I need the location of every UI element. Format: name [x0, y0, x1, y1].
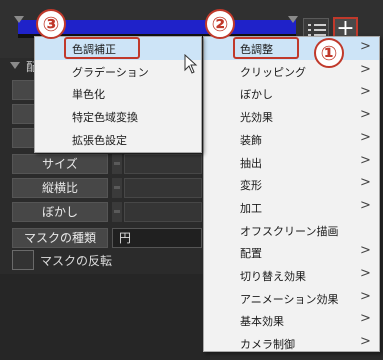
menu-item-label: 基本効果 [240, 315, 284, 329]
menu-item-transform[interactable]: 変形 > [204, 173, 379, 196]
menu-item-decoration[interactable]: 装飾 > [204, 128, 379, 151]
size-slider-handle[interactable] [112, 154, 122, 174]
mouse-cursor-icon [184, 53, 198, 78]
menu-item-label: カメラ制御 [240, 338, 295, 352]
chevron-right-icon: > [360, 311, 371, 327]
list-icon-dot [308, 24, 311, 26]
menu-item-basic-effect[interactable]: 基本効果 > [204, 309, 379, 332]
submenu-item-gradation[interactable]: グラデーション [35, 60, 201, 83]
highlight-box-color-correction [64, 37, 140, 59]
mask-invert-label: マスクの反転 [40, 254, 113, 268]
menu-item-label: 光効果 [240, 111, 273, 125]
menu-item-label: 装飾 [240, 133, 262, 147]
highlight-box-color-adjust [233, 37, 299, 59]
chevron-right-icon: > [360, 152, 371, 168]
chevron-right-icon: > [360, 243, 371, 259]
menu-item-extract[interactable]: 抽出 > [204, 151, 379, 174]
aspect-value-field[interactable] [124, 178, 202, 198]
step-1-badge: ① [314, 38, 344, 68]
menu-item-offscreen-draw[interactable]: オフスクリーン描画 [204, 219, 379, 242]
menu-item-light-effect[interactable]: 光効果 > [204, 105, 379, 128]
menu-item-label: 加工 [240, 201, 262, 215]
menu-item-label: 切り替え効果 [240, 270, 306, 283]
mask-type-select[interactable]: 円 [112, 228, 202, 248]
step-2-badge: ② [205, 9, 235, 39]
submenu-item-extended-color[interactable]: 拡張色設定 [35, 128, 201, 151]
chevron-right-icon: > [360, 266, 371, 281]
panel-empty-area [0, 274, 210, 360]
menu-item-animation[interactable]: アニメーション効果 > [204, 287, 379, 310]
menu-item-label: オフスクリーン描画 [240, 224, 339, 238]
mask-invert-checkbox[interactable] [12, 250, 34, 270]
blur-slider-handle[interactable] [112, 202, 122, 222]
chevron-right-icon: > [360, 129, 371, 145]
menu-item-clipping[interactable]: クリッピング > [204, 60, 379, 83]
submenu-item-label: 単色化 [72, 88, 105, 102]
menu-item-label: ぼかし [240, 88, 273, 102]
start-marker-icon[interactable] [14, 16, 24, 23]
menu-item-label: 配置 [240, 247, 262, 261]
blur-value-field[interactable] [124, 202, 202, 222]
chevron-right-icon: > [360, 288, 371, 304]
chevron-right-icon: > [360, 197, 371, 213]
collapse-icon[interactable] [10, 62, 20, 69]
submenu-item-label: 拡張色設定 [72, 133, 127, 147]
step-3-badge: ③ [36, 9, 66, 39]
chevron-right-icon: > [360, 61, 371, 77]
list-icon-line [314, 24, 326, 26]
submenu-item-label: グラデーション [72, 65, 149, 79]
chevron-right-icon: > [360, 84, 371, 100]
submenu-item-label: 特定色域変換 [72, 111, 138, 125]
effect-context-menu: 色調整 > クリッピング > ぼかし > 光効果 > 装飾 > 抽出 > 変形 > 加工 > オ… [203, 36, 380, 352]
list-icon-dot [308, 29, 311, 31]
menu-item-process[interactable]: 加工 > [204, 196, 379, 219]
submenu-item-color-range-convert[interactable]: 特定色域変換 [35, 105, 201, 128]
chevron-right-icon: > [360, 175, 371, 191]
blur-property-button[interactable]: ぼかし [12, 202, 108, 222]
menu-item-transition[interactable]: 切り替え効果 > [204, 264, 379, 287]
menu-item-placement[interactable]: 配置 > [204, 241, 379, 264]
submenu-item-monochrome[interactable]: 単色化 [35, 82, 201, 105]
menu-item-blur[interactable]: ぼかし > [204, 82, 379, 105]
end-marker-icon[interactable] [288, 16, 298, 23]
chevron-right-icon: > [360, 334, 371, 350]
menu-item-label: 変形 [240, 179, 262, 193]
list-icon-line [314, 29, 326, 31]
mask-type-label: マスクの種類 [12, 228, 108, 248]
aspect-property-button[interactable]: 縦横比 [12, 178, 108, 198]
size-property-button[interactable]: サイズ [12, 154, 108, 174]
chevron-right-icon: > [360, 39, 371, 54]
chevron-right-icon: > [360, 107, 371, 123]
menu-item-label: 抽出 [240, 156, 262, 170]
menu-item-label: クリッピング [240, 65, 306, 79]
aspect-slider-handle[interactable] [112, 178, 122, 198]
menu-item-camera-control[interactable]: カメラ制御 > [204, 332, 379, 355]
menu-item-label: アニメーション効果 [240, 292, 339, 306]
size-value-field[interactable] [124, 154, 202, 174]
